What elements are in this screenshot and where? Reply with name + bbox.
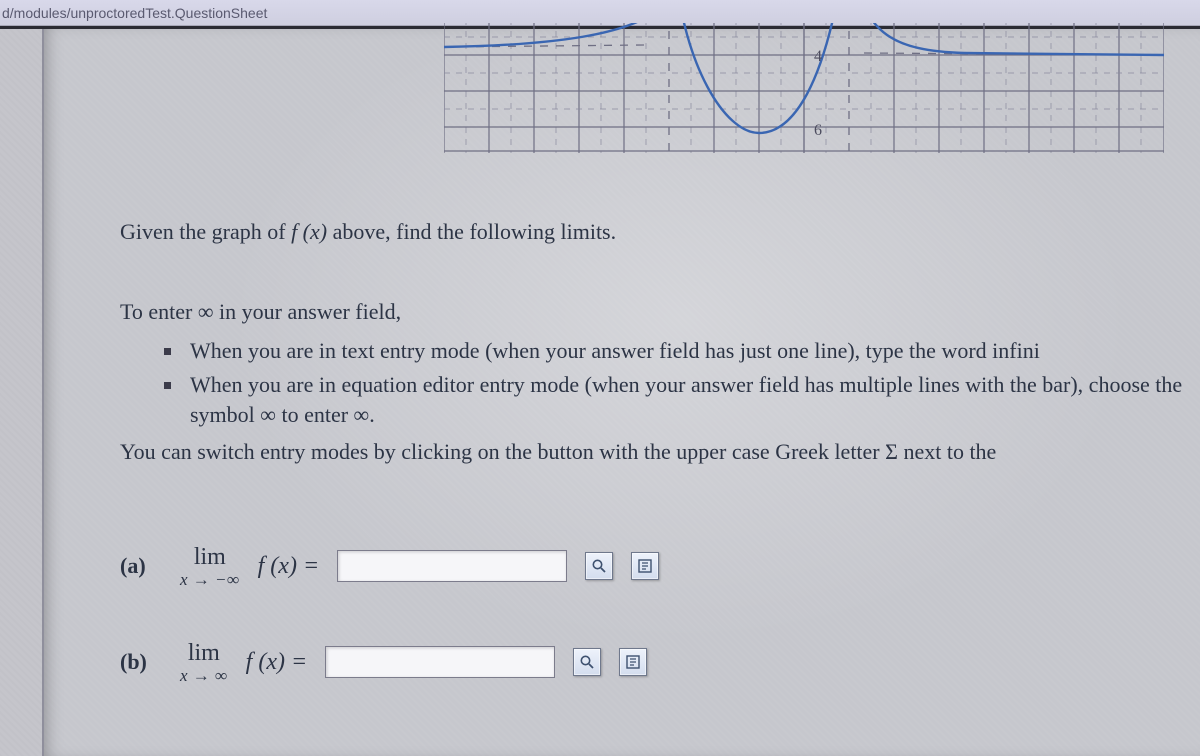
instructions-heading: To enter ∞ in your answer field, [120, 297, 1200, 327]
preview-icon [579, 654, 595, 670]
question-b-limit: lim x → ∞ [180, 641, 228, 684]
answer-a-equation-editor-button[interactable] [631, 552, 659, 580]
curve-branch-right [856, 23, 1164, 55]
question-b-label: (b) [120, 647, 162, 677]
switch-pre: You can switch entry modes by clicking o… [120, 439, 885, 464]
y-tick-label-4: 4 [814, 48, 822, 65]
prompt-line: Given the graph of f (x) above, find the… [120, 217, 1200, 247]
switch-mode-line: You can switch entry modes by clicking o… [120, 437, 1200, 467]
question-text: Given the graph of f (x) above, find the… [120, 217, 1200, 723]
prompt-lead-in: Given the graph of [120, 219, 291, 244]
question-a-label: (a) [120, 551, 162, 581]
y-tick-label-6: 6 [814, 122, 822, 139]
answer-b-equation-editor-button[interactable] [619, 648, 647, 676]
question-b-row: (b) lim x → ∞ f (x) = [120, 627, 1200, 697]
instructions-list: When you are in text entry mode (when yo… [164, 336, 1200, 429]
answer-b-input[interactable] [325, 646, 555, 678]
answer-section: (a) lim x → −∞ f (x) = [120, 531, 1200, 697]
question-b-expression: f (x) = [246, 646, 308, 678]
url-fragment: d/modules/unproctoredTest.QuestionSheet [2, 5, 267, 21]
prompt-lead-out: above, find the following limits. [333, 219, 617, 244]
function-graph: 4 6 [444, 23, 1164, 153]
question-a-limit: lim x → −∞ [180, 545, 240, 588]
switch-post: next to the [903, 439, 996, 464]
question-a-lim: lim [194, 545, 226, 569]
equation-editor-icon [625, 654, 641, 670]
prompt-fx: f (x) [291, 219, 327, 244]
instruction-item-1: When you are in text entry mode (when yo… [164, 336, 1200, 366]
answer-a-preview-button[interactable] [585, 552, 613, 580]
question-a-lim-under: x → −∞ [180, 571, 240, 588]
preview-icon [591, 558, 607, 574]
question-b-lim: lim [188, 641, 220, 665]
question-a-expression: f (x) = [258, 550, 320, 582]
sigma-symbol: Σ [885, 439, 898, 464]
question-b-lim-under: x → ∞ [180, 667, 228, 684]
graph-svg: 4 6 [444, 23, 1164, 153]
equation-editor-icon [637, 558, 653, 574]
question-a-row: (a) lim x → −∞ f (x) = [120, 531, 1200, 601]
answer-a-input[interactable] [337, 550, 567, 582]
page-stage: 4 6 Given the graph of f (x) above, find… [0, 26, 1200, 756]
answer-b-preview-button[interactable] [573, 648, 601, 676]
question-content: 4 6 Given the graph of f (x) above, find… [42, 29, 1200, 756]
instruction-item-2: When you are in equation editor entry mo… [164, 370, 1200, 429]
